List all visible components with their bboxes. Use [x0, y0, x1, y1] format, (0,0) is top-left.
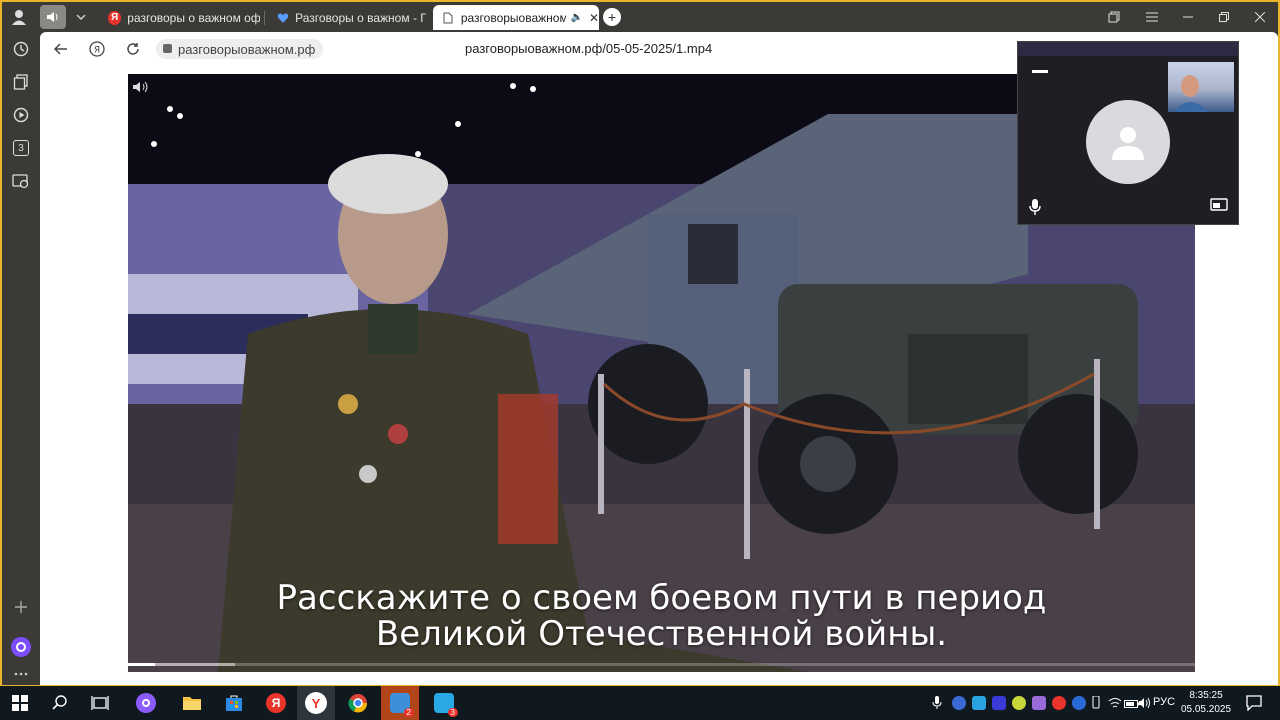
screen: Я разговоры о важном офи Разговоры о важ…: [0, 0, 1280, 720]
alice-taskbar-icon[interactable]: [134, 691, 158, 715]
search-icon[interactable]: [48, 691, 72, 715]
window-close-icon[interactable]: [1246, 7, 1274, 27]
file-explorer-icon[interactable]: [180, 691, 204, 715]
windows-start-icon[interactable]: [8, 691, 32, 715]
screenshot-icon[interactable]: [10, 170, 32, 192]
restore-icon[interactable]: [1210, 7, 1238, 27]
tab-title: Разговоры о важном - ГБ: [295, 10, 426, 25]
subtitle-line-1: Расскажите о своем боевом пути в период: [276, 578, 1047, 618]
keyboard-language[interactable]: РУС: [1153, 696, 1175, 708]
volume-tray-icon[interactable]: [1138, 696, 1152, 710]
badge-3-icon[interactable]: 3: [10, 137, 32, 159]
clock-date[interactable]: 05.05.2025: [1178, 703, 1234, 717]
heart-icon: [276, 11, 289, 25]
taskbar-badge: 2: [403, 708, 414, 717]
browser-sidebar: 3: [2, 30, 40, 685]
reload-icon[interactable]: [122, 38, 144, 60]
tray-app-icon[interactable]: [972, 696, 986, 710]
video-call-window[interactable]: [1017, 41, 1239, 225]
self-video-thumbnail[interactable]: [1168, 62, 1234, 112]
tray-yandex-icon[interactable]: [1052, 696, 1066, 710]
microphone-icon[interactable]: [1028, 198, 1044, 216]
add-icon[interactable]: [10, 596, 32, 618]
close-icon[interactable]: ✕: [589, 11, 599, 25]
new-tab-button[interactable]: +: [603, 8, 621, 26]
tab-separator: [264, 11, 265, 25]
volume-icon[interactable]: [132, 80, 150, 94]
collections-icon[interactable]: [10, 71, 32, 93]
task-view-icon[interactable]: [88, 691, 112, 715]
menu-icon[interactable]: [1138, 7, 1166, 27]
lock-icon[interactable]: [163, 44, 172, 53]
history-icon[interactable]: [10, 38, 32, 60]
clock-time[interactable]: 8:35:25: [1178, 689, 1234, 703]
taskbar-badge: 3: [447, 708, 458, 717]
domain-pill[interactable]: разговорыоважном.рф: [156, 39, 324, 59]
tray-app-icon[interactable]: [992, 696, 1006, 710]
notifications-icon[interactable]: [1246, 695, 1262, 712]
play-icon[interactable]: [10, 104, 32, 126]
sound-icon[interactable]: [40, 5, 66, 29]
tray-app-icon[interactable]: [1012, 696, 1026, 710]
windows-taskbar: Я Y 2 3 РУС 8:35:25 05.05.2025: [0, 686, 1280, 720]
usb-icon[interactable]: [1092, 695, 1106, 710]
minimize-icon[interactable]: [1174, 7, 1202, 27]
call-indicator: [1032, 70, 1048, 73]
badge-number: 3: [13, 140, 29, 156]
call-titlebar[interactable]: [1018, 42, 1238, 56]
tab-video-active[interactable]: разговорыоважном 🔈 ✕: [433, 5, 599, 30]
tray-app-icon[interactable]: [952, 696, 966, 710]
bluetooth-icon[interactable]: [1072, 696, 1086, 710]
user-avatar-icon: [1086, 100, 1170, 184]
profile-icon[interactable]: [6, 5, 32, 29]
tab-title: разговоры о важном офи: [127, 10, 260, 25]
svg-text:Я: Я: [94, 46, 100, 56]
yandex-home-icon[interactable]: Я: [86, 38, 108, 60]
tab-razgovory-official[interactable]: Я разговоры о важном офи: [100, 5, 260, 30]
tab-title: разговорыоважном: [460, 10, 567, 25]
app-orange-taskbar-icon[interactable]: 2: [381, 686, 419, 720]
yandex-app-icon[interactable]: Я: [264, 691, 288, 715]
bookmarks-icon[interactable]: [1100, 7, 1128, 27]
back-icon[interactable]: [50, 38, 72, 60]
yandex-logo-icon: Я: [108, 10, 122, 25]
screen-share-icon[interactable]: [1210, 198, 1230, 216]
tab-strip: Я разговоры о важном офи Разговоры о важ…: [2, 2, 1278, 30]
store-icon[interactable]: [222, 691, 246, 715]
battery-icon[interactable]: [1124, 696, 1140, 710]
page-icon: [441, 11, 455, 25]
tab-razgovory-gb[interactable]: Разговоры о важном - ГБ: [268, 5, 426, 30]
chrome-icon[interactable]: [346, 691, 370, 715]
alice-assistant-icon[interactable]: [11, 637, 31, 657]
domain-text: разговорыоважном.рф: [178, 41, 316, 57]
url-text[interactable]: разговорыоважном.рф/05-05-2025/1.mp4: [465, 41, 712, 56]
chevron-down-icon[interactable]: [68, 5, 94, 29]
tray-app-icon[interactable]: [1032, 696, 1046, 710]
subtitle-line-2: Великой Отечественной войны.: [375, 614, 948, 654]
messenger-icon[interactable]: 3: [432, 691, 458, 717]
tray-microphone-icon[interactable]: [932, 696, 946, 710]
video-progress-fill: [128, 663, 155, 666]
wifi-icon[interactable]: [1108, 696, 1122, 710]
video-progress-bar[interactable]: [128, 663, 1195, 666]
more-icon[interactable]: [10, 663, 32, 685]
speaker-icon[interactable]: 🔈: [570, 12, 582, 23]
yandex-browser-taskbar-icon[interactable]: Y: [297, 686, 335, 720]
